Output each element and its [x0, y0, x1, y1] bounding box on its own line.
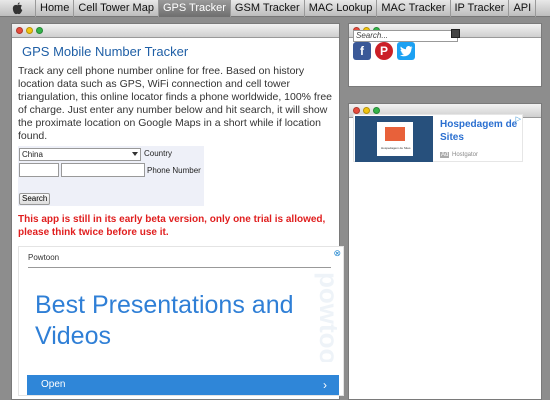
phone-number-input[interactable] [61, 163, 145, 177]
facebook-icon[interactable]: f [353, 42, 371, 60]
beta-warning: This app is still in its early beta vers… [18, 214, 326, 238]
tab-api[interactable]: API [509, 0, 537, 17]
hosting-ad-tile-text: Hospedagem de Sites [381, 146, 411, 150]
minimize-dot-icon[interactable] [26, 27, 33, 34]
ad-open-button[interactable]: Open › [27, 375, 339, 395]
ad-choices-icon[interactable]: ⊗ [333, 248, 341, 259]
hosting-ad-source: Hostgator [452, 152, 479, 158]
search-submit-icon[interactable] [451, 29, 460, 38]
search-window: Search... f P [348, 23, 542, 87]
site-search-placeholder: Search... [356, 31, 389, 40]
country-select-value: China [22, 150, 43, 159]
ad-open-label: Open [41, 379, 66, 390]
tab-home[interactable]: Home [36, 0, 75, 17]
close-dot-icon[interactable] [353, 107, 360, 114]
page-title: GPS Mobile Number Tracker [22, 44, 189, 59]
ad-brand: Powtoon [28, 253, 60, 262]
apple-icon[interactable] [0, 0, 36, 17]
hosting-ad-tile: Hospedagem de Sites [377, 122, 413, 156]
ad-badge: Ad [440, 152, 450, 158]
country-label: Country [144, 149, 173, 158]
chevron-right-icon: › [323, 378, 327, 392]
hosting-ad-image: Hospedagem de Sites [355, 116, 433, 162]
ad-headline: Best Presentations and Videos [35, 291, 294, 350]
chevron-down-icon [132, 152, 138, 156]
minimize-dot-icon[interactable] [363, 107, 370, 114]
ad-window: Hospedagem de Sites Hospedagem de Sites … [348, 103, 542, 400]
country-select[interactable]: China [19, 148, 141, 161]
pinterest-icon[interactable]: P [375, 42, 393, 60]
intro-text: Track any cell phone number online for f… [18, 65, 333, 142]
tab-mac-tracker[interactable]: MAC Tracker [377, 0, 451, 17]
main-window: GPS Mobile Number Tracker Track any cell… [11, 23, 344, 400]
tracker-form: China Country Phone Number Search [18, 146, 204, 206]
ad-banner[interactable]: powtoon Powtoon ⊗ Best Presentations and… [18, 246, 344, 396]
search-button[interactable]: Search [19, 193, 51, 205]
close-dot-icon[interactable] [16, 27, 23, 34]
top-nav: Home Cell Tower Map GPS Tracker GSM Trac… [0, 0, 550, 17]
zoom-dot-icon[interactable] [373, 107, 380, 114]
tab-gsm-tracker[interactable]: GSM Tracker [231, 0, 305, 17]
zoom-dot-icon[interactable] [36, 27, 43, 34]
tab-cell-tower-map[interactable]: Cell Tower Map [74, 0, 159, 17]
twitter-icon[interactable] [397, 42, 415, 60]
ad-divider [28, 267, 331, 268]
phone-number-label: Phone Number [147, 166, 201, 175]
browser-window-icon [385, 127, 405, 141]
tab-ip-tracker[interactable]: IP Tracker [451, 0, 510, 17]
tab-mac-lookup[interactable]: MAC Lookup [305, 0, 378, 17]
main-window-titlebar [12, 24, 339, 38]
ad-info-icon[interactable]: ▷ [516, 115, 521, 123]
tab-gps-tracker[interactable]: GPS Tracker [158, 0, 231, 17]
site-search-input[interactable]: Search... [353, 30, 458, 42]
country-code-input[interactable] [19, 163, 59, 177]
hosting-ad-title[interactable]: Hospedagem de Sites [440, 118, 522, 144]
hosting-ad[interactable]: Hospedagem de Sites Hospedagem de Sites … [353, 114, 523, 162]
